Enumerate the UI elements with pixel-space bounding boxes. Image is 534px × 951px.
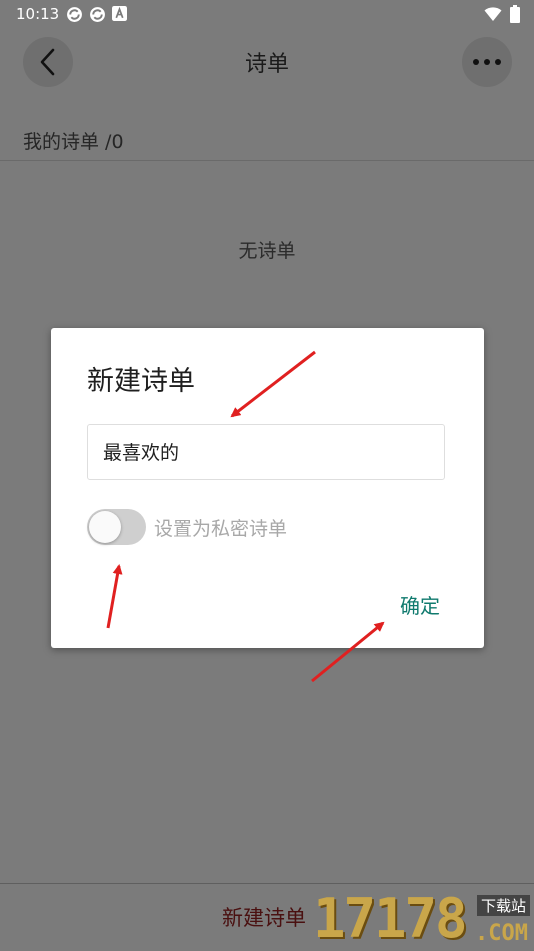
wifi-icon	[484, 7, 502, 21]
status-bar: 10:13	[0, 0, 534, 28]
watermark-site-label: 下载站	[476, 895, 530, 916]
status-system-icons	[484, 5, 520, 23]
new-list-button[interactable]: 新建诗单	[222, 902, 306, 932]
confirm-button[interactable]: 确定	[400, 590, 440, 619]
more-options-button[interactable]	[462, 37, 512, 87]
dialog-title: 新建诗单	[87, 366, 195, 397]
sync-icon	[67, 7, 82, 22]
font-app-icon	[112, 6, 127, 21]
watermark-digits: 17178	[313, 887, 468, 950]
empty-state-text: 无诗单	[238, 240, 296, 262]
sync-icon	[90, 7, 105, 22]
battery-icon	[510, 5, 520, 23]
more-dots-icon	[473, 59, 501, 65]
private-toggle-label: 设置为私密诗单	[154, 517, 288, 540]
my-lists-header: 我的诗单 /0	[0, 118, 534, 161]
new-list-dialog: 新建诗单 最喜欢的 设置为私密诗单 确定	[51, 328, 484, 648]
toggle-knob	[89, 511, 121, 543]
page-title: 诗单	[244, 52, 289, 77]
watermark-logo: 17178 下载站 .COM	[313, 885, 534, 950]
top-app-bar: 诗单	[0, 28, 534, 94]
my-lists-label: 我的诗单 /0	[23, 131, 124, 153]
private-toggle[interactable]	[87, 509, 146, 545]
watermark-com: .COM	[475, 921, 528, 946]
list-name-input[interactable]: 最喜欢的	[87, 424, 445, 480]
status-notification-icons	[66, 6, 127, 23]
private-toggle-row: 设置为私密诗单	[87, 509, 287, 545]
status-time: 10:13	[16, 5, 60, 23]
